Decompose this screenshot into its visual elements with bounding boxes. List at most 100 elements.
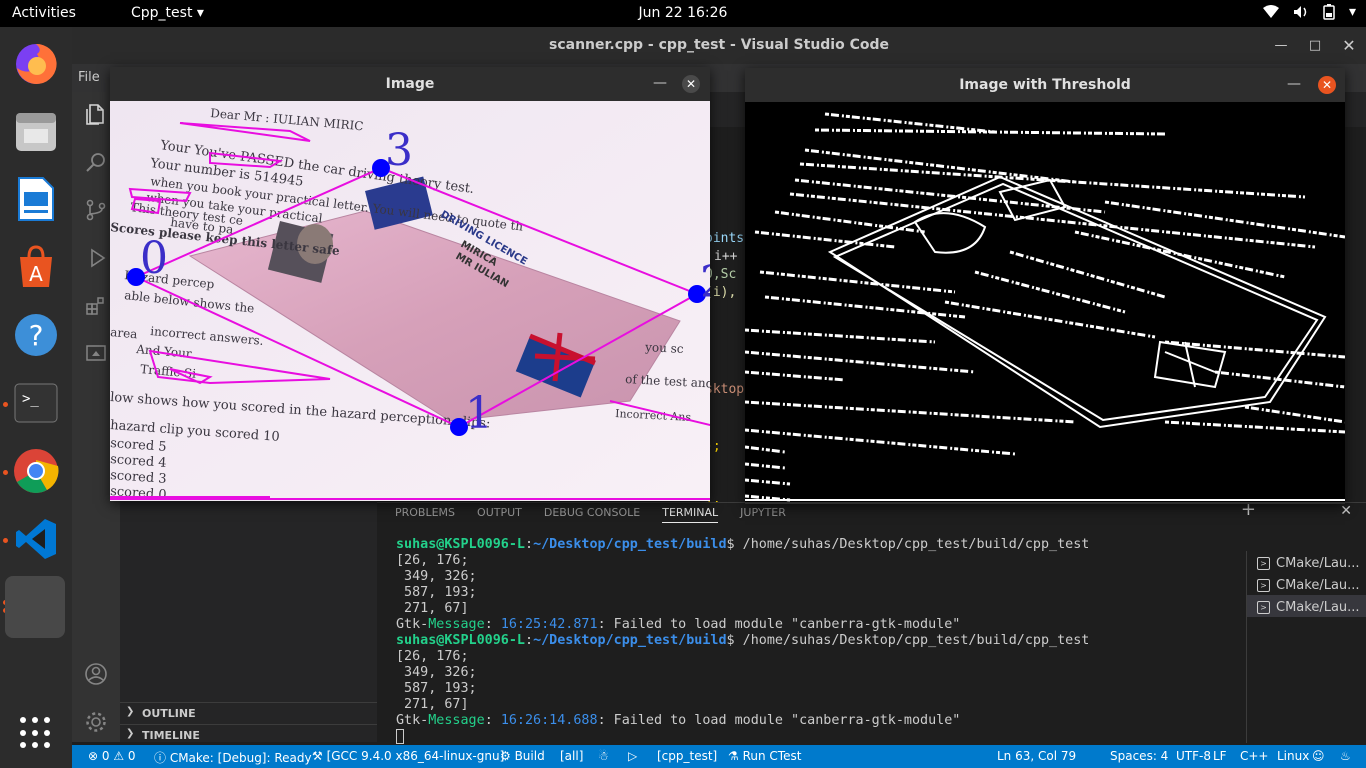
image-window-header[interactable]: Image — ✕ bbox=[110, 67, 710, 101]
close-icon[interactable]: ✕ bbox=[1318, 76, 1336, 94]
terminal-instance[interactable]: > CMake/Lau... bbox=[1247, 595, 1366, 617]
close-icon[interactable]: ✕ bbox=[1332, 27, 1366, 64]
outline-section[interactable]: ❯ OUTLINE bbox=[120, 702, 377, 724]
dock-terminal[interactable]: >_ bbox=[8, 375, 64, 431]
terminal-instance[interactable]: > CMake/Lau... bbox=[1247, 573, 1366, 595]
tab-problems[interactable]: PROBLEMS bbox=[395, 506, 455, 523]
status-launch-target[interactable]: [cpp_test] bbox=[657, 749, 717, 763]
terminal-line: 349, 326; bbox=[396, 665, 477, 680]
terminal-line: suhas@KSPL0096-L:~/Desktop/cpp_test/buil… bbox=[396, 633, 1090, 648]
threshold-image-canvas bbox=[745, 102, 1345, 502]
status-os[interactable]: Linux bbox=[1277, 749, 1309, 763]
status-language[interactable]: C++ bbox=[1240, 749, 1269, 763]
status-cmake[interactable]: ⓘ CMake: [Debug]: Ready bbox=[154, 749, 312, 766]
terminal-line: [26, 176; bbox=[396, 553, 469, 568]
window-title: scanner.cpp - cpp_test - Visual Studio C… bbox=[548, 37, 890, 53]
minimize-icon[interactable]: — bbox=[1287, 76, 1301, 92]
terminal-line: 271, 67] bbox=[396, 601, 469, 616]
terminal-icon: > bbox=[1257, 601, 1270, 614]
terminal-instance[interactable]: > CMake/Lau... bbox=[1247, 551, 1366, 573]
search-icon[interactable] bbox=[84, 150, 108, 174]
tab-jupyter[interactable]: JUPYTER bbox=[740, 506, 786, 523]
status-target[interactable]: [all] bbox=[560, 749, 583, 763]
minimize-icon[interactable]: — bbox=[1264, 27, 1298, 64]
threshold-image bbox=[745, 102, 1345, 502]
debug-icon[interactable]: ☃ bbox=[598, 749, 609, 763]
terminal-line: Gtk-Message: 16:26:14.688: Failed to loa… bbox=[396, 713, 961, 728]
battery-icon bbox=[1323, 4, 1335, 20]
notifications-icon[interactable]: ♨ bbox=[1340, 749, 1351, 763]
bottom-panel: PROBLEMS OUTPUT DEBUG CONSOLE TERMINAL J… bbox=[377, 499, 1366, 744]
remote-explorer-icon[interactable] bbox=[84, 342, 108, 366]
maximize-icon[interactable]: □ bbox=[1298, 27, 1332, 64]
timeline-label: TIMELINE bbox=[142, 729, 200, 742]
dock-software[interactable]: A bbox=[8, 239, 64, 295]
close-icon[interactable]: ✕ bbox=[682, 75, 700, 93]
top-bar: Activities Cpp_test ▾ Jun 22 16:26 ▾ bbox=[0, 0, 1366, 27]
wifi-icon bbox=[1262, 5, 1279, 18]
window-titlebar[interactable]: scanner.cpp - cpp_test - Visual Studio C… bbox=[72, 27, 1366, 64]
svg-text:>_: >_ bbox=[22, 391, 39, 407]
source-control-icon[interactable] bbox=[84, 198, 108, 222]
status-eol[interactable]: LF bbox=[1213, 749, 1227, 763]
threshold-window-header[interactable]: Image with Threshold — ✕ bbox=[745, 68, 1345, 102]
tab-output[interactable]: OUTPUT bbox=[477, 506, 522, 523]
dock-chrome[interactable] bbox=[8, 443, 64, 499]
corner-label-3: 3 bbox=[385, 125, 413, 176]
extensions-icon[interactable] bbox=[84, 294, 108, 318]
terminal-icon: >_ bbox=[14, 383, 58, 423]
status-kit[interactable]: ⚒ [GCC 9.4.0 x86_64-linux-gnu] bbox=[312, 749, 504, 763]
clock[interactable]: Jun 22 16:26 bbox=[0, 5, 1366, 21]
caret-down-icon: ▾ bbox=[196, 5, 204, 21]
feedback-icon[interactable]: ☺ bbox=[1312, 749, 1325, 763]
dock-vscode[interactable] bbox=[8, 511, 64, 567]
timeline-section[interactable]: ❯ TIMELINE bbox=[120, 724, 377, 746]
dock-help[interactable]: ? bbox=[8, 307, 64, 363]
tab-debug-console[interactable]: DEBUG CONSOLE bbox=[544, 506, 640, 523]
source-image-canvas: Dear Mr : IULIAN MIRIC Your You've PASSE… bbox=[110, 101, 710, 501]
dock-writer[interactable] bbox=[8, 171, 64, 227]
tab-terminal[interactable]: TERMINAL bbox=[662, 506, 719, 523]
dock-firefox[interactable] bbox=[8, 35, 64, 91]
terminal-icon: > bbox=[1257, 557, 1270, 570]
status-spaces[interactable]: Spaces: 4 bbox=[1110, 749, 1168, 763]
chevron-right-icon: ❯ bbox=[126, 728, 135, 739]
show-apps-icon[interactable] bbox=[20, 717, 52, 749]
status-build[interactable]: ⚙ Build bbox=[500, 749, 545, 763]
corner-label-0: 0 bbox=[140, 233, 168, 284]
dock: A ? >_ bbox=[0, 27, 72, 768]
run-debug-icon[interactable] bbox=[84, 246, 108, 270]
terminal-icon: > bbox=[1257, 579, 1270, 592]
image-window-title: Image bbox=[385, 76, 435, 92]
activities-button[interactable]: Activities bbox=[12, 5, 76, 21]
dock-cpp-test[interactable] bbox=[5, 576, 65, 638]
status-encoding[interactable]: UTF-8 bbox=[1176, 749, 1211, 763]
menu-file[interactable]: File bbox=[78, 70, 100, 85]
terminal-line: suhas@KSPL0096-L:~/Desktop/cpp_test/buil… bbox=[396, 537, 1090, 552]
system-tray[interactable]: ▾ bbox=[1262, 4, 1356, 20]
corner-label-1: 1 bbox=[465, 388, 493, 439]
explorer-icon[interactable] bbox=[84, 102, 108, 126]
terminal-line: 349, 326; bbox=[396, 569, 477, 584]
code-fragment: oints bbox=[705, 231, 745, 246]
status-ctest[interactable]: ⚗ Run CTest bbox=[728, 749, 801, 763]
svg-text:you sc: you sc bbox=[644, 340, 684, 356]
status-problems[interactable]: ⊗ 0 ⚠ 0 bbox=[88, 749, 136, 763]
terminal-list: > CMake/Lau... > CMake/Lau... > CMake/Lau..… bbox=[1246, 551, 1366, 743]
app-menu[interactable]: Cpp_test ▾ bbox=[131, 5, 204, 21]
vscode-icon bbox=[16, 519, 56, 559]
source-image: Dear Mr : IULIAN MIRIC Your You've PASSE… bbox=[110, 101, 710, 501]
close-panel-icon[interactable]: ✕ bbox=[1340, 503, 1352, 519]
accounts-icon[interactable] bbox=[84, 662, 108, 686]
help-icon: ? bbox=[15, 314, 57, 356]
run-icon[interactable]: ▷ bbox=[628, 749, 637, 763]
terminal-line: 271, 67] bbox=[396, 697, 469, 712]
dock-files[interactable] bbox=[8, 103, 64, 159]
settings-gear-icon[interactable] bbox=[84, 710, 108, 734]
status-position[interactable]: Ln 63, Col 79 bbox=[997, 749, 1076, 763]
minimize-icon[interactable]: — bbox=[653, 75, 667, 91]
terminal-cursor bbox=[396, 729, 404, 744]
app-menu-label: Cpp_test bbox=[131, 5, 193, 21]
software-icon: A bbox=[20, 245, 52, 287]
terminal-output[interactable]: suhas@KSPL0096-L:~/Desktop/cpp_test/buil… bbox=[396, 537, 1241, 746]
